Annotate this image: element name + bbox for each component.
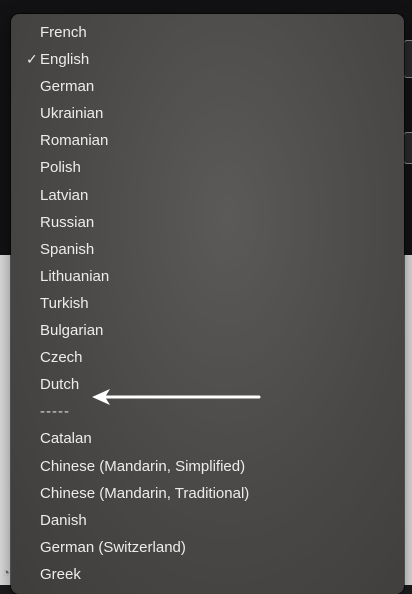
- menu-item-chinese-simplified[interactable]: Chinese (Mandarin, Simplified): [11, 453, 404, 480]
- menu-item-romanian[interactable]: Romanian: [11, 127, 404, 154]
- menu-item-label: Czech: [40, 349, 83, 367]
- menu-item-lithuanian[interactable]: Lithuanian: [11, 263, 404, 290]
- menu-item-greek[interactable]: Greek: [11, 561, 404, 588]
- menu-item-bulgarian[interactable]: Bulgarian: [11, 317, 404, 344]
- menu-item-label: Polish: [40, 159, 81, 177]
- menu-item-label: Danish: [40, 511, 87, 529]
- menu-item-russian[interactable]: Russian: [11, 209, 404, 236]
- menu-item-label: Chinese (Mandarin, Traditional): [40, 484, 250, 502]
- menu-item-danish[interactable]: Danish: [11, 507, 404, 534]
- menu-item-label: German (Switzerland): [40, 538, 186, 556]
- background-popup-button: [403, 40, 412, 78]
- menu-item-label: Bulgarian: [40, 322, 104, 340]
- menu-item-label: Dutch: [40, 376, 80, 394]
- language-dropdown-menu[interactable]: French ✓ English German Ukrainian Romania…: [11, 14, 404, 594]
- menu-item-label: French: [40, 24, 87, 41]
- menu-item-chinese-traditional[interactable]: Chinese (Mandarin, Traditional): [11, 480, 404, 507]
- background-popup-button: [403, 132, 412, 164]
- menu-item-french[interactable]: French: [11, 19, 404, 46]
- partial-icon: ◔: [2, 565, 10, 580]
- menu-item-label: Romanian: [40, 132, 109, 150]
- menu-item-german-switzerland[interactable]: German (Switzerland): [11, 534, 404, 561]
- menu-item-label: Chinese (Mandarin, Simplified): [40, 457, 246, 475]
- menu-item-label: Ukrainian: [40, 105, 104, 123]
- menu-item-english[interactable]: ✓ English: [11, 46, 404, 73]
- menu-item-catalan[interactable]: Catalan: [11, 425, 404, 452]
- menu-item-label: Catalan: [40, 430, 92, 448]
- menu-item-label: Lithuanian: [40, 267, 110, 285]
- menu-item-label: Greek: [40, 565, 81, 583]
- menu-item-spanish[interactable]: Spanish: [11, 236, 404, 263]
- menu-item-polish[interactable]: Polish: [11, 154, 404, 181]
- menu-item-label: Latvian: [40, 186, 89, 204]
- menu-item-turkish[interactable]: Turkish: [11, 290, 404, 317]
- menu-item-label: English: [40, 51, 90, 69]
- menu-item-label: Spanish: [40, 240, 95, 258]
- menu-item-czech[interactable]: Czech: [11, 344, 404, 371]
- menu-item-ukrainian[interactable]: Ukrainian: [11, 100, 404, 127]
- separator-label: -----: [40, 403, 70, 421]
- menu-item-label: German: [40, 78, 95, 96]
- menu-item-label: Russian: [40, 213, 95, 231]
- menu-item-latvian[interactable]: Latvian: [11, 182, 404, 209]
- pointer-arrow-annotation: [92, 389, 261, 405]
- checkmark-icon: ✓: [26, 51, 38, 68]
- menu-item-label: Turkish: [40, 294, 89, 312]
- menu-item-german[interactable]: German: [11, 73, 404, 100]
